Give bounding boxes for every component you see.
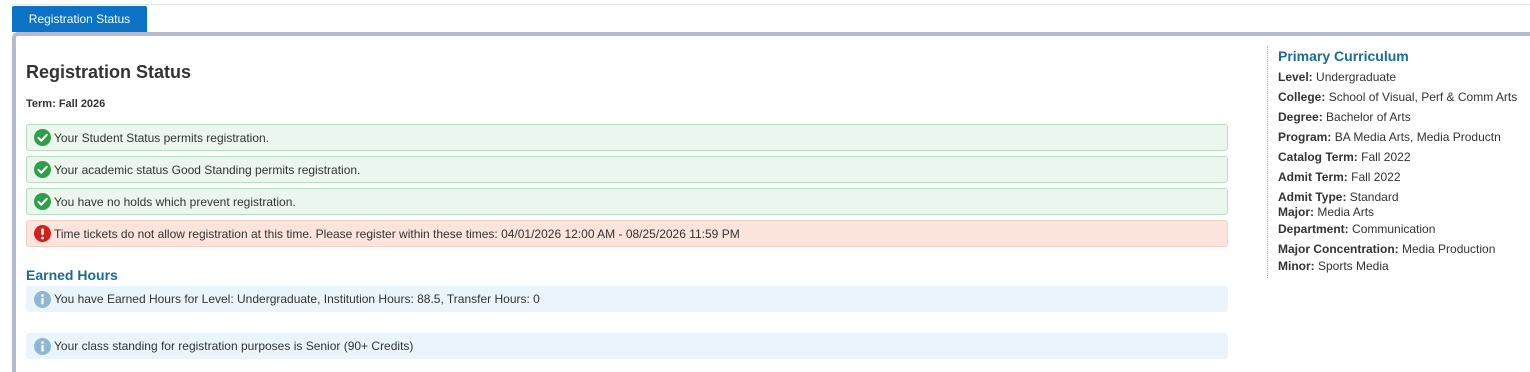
time-ticket-text: Time tickets do not allow registration a…: [54, 226, 740, 241]
holds-text: You have no holds which prevent registra…: [54, 194, 296, 209]
curriculum-level: Level: Undergraduate: [1278, 70, 1530, 90]
term-label: Term:: [26, 98, 56, 110]
field-value: Communication: [1352, 222, 1436, 236]
field-value: School of Visual, Perf & Comm Arts: [1328, 90, 1518, 104]
field-value: BA Media Arts, Media Productn: [1334, 130, 1501, 144]
primary-curriculum-panel: Primary Curriculum Level: Undergraduate …: [1267, 46, 1530, 278]
field-value: Undergraduate: [1316, 70, 1397, 84]
info-circle-icon: [34, 337, 51, 355]
class-standing-message: Your class standing for registration pur…: [26, 333, 1228, 359]
info-circle-icon: [34, 290, 51, 308]
earned-hours-heading: Earned Hours: [26, 267, 118, 283]
field-value: Bachelor of Arts: [1326, 110, 1411, 124]
field-label: Minor:: [1278, 259, 1315, 273]
field-value: Sports Media: [1318, 259, 1389, 273]
field-label: College:: [1278, 90, 1326, 104]
term-line: Term: Fall 2026: [26, 98, 105, 110]
curriculum-department: Department: Communication: [1278, 222, 1530, 242]
curriculum-program: Program: BA Media Arts, Media Productn: [1278, 130, 1530, 150]
field-value: Standard: [1349, 190, 1399, 204]
student-status-message: Your Student Status permits registration…: [26, 124, 1228, 151]
curriculum-college: College: School of Visual, Perf & Comm A…: [1278, 90, 1530, 110]
field-value: Fall 2022: [1351, 170, 1401, 184]
academic-status-text: Your academic status Good Standing permi…: [54, 162, 361, 177]
curriculum-major: Major: Media Arts: [1278, 205, 1530, 222]
term-value: Fall 2026: [58, 98, 106, 110]
student-status-text: Your Student Status permits registration…: [54, 130, 270, 145]
field-label: Admit Term:: [1278, 170, 1348, 184]
field-label: Major:: [1278, 205, 1314, 219]
check-circle-icon: [34, 161, 51, 178]
check-circle-icon: [34, 193, 51, 210]
field-label: Level:: [1278, 70, 1313, 84]
holds-message: You have no holds which prevent registra…: [26, 188, 1228, 215]
time-ticket-message: Time tickets do not allow registration a…: [26, 220, 1228, 247]
earned-hours-message: You have Earned Hours for Level: Undergr…: [26, 286, 1228, 312]
check-circle-icon: [34, 129, 51, 146]
field-label: Degree:: [1278, 110, 1323, 124]
field-label: Admit Type:: [1278, 190, 1347, 204]
curriculum-minor: Minor: Sports Media: [1278, 259, 1530, 276]
field-label: Catalog Term:: [1278, 150, 1358, 164]
curriculum-admit-term: Admit Term: Fall 2022: [1278, 170, 1530, 190]
field-value: Media Arts: [1317, 205, 1375, 219]
academic-status-message: Your academic status Good Standing permi…: [26, 156, 1228, 183]
tab-registration-status[interactable]: Registration Status: [12, 6, 147, 32]
field-label: Major Concentration:: [1278, 242, 1399, 256]
page-title: Registration Status: [26, 62, 192, 82]
class-standing-text: Your class standing for registration pur…: [54, 339, 414, 353]
curriculum-major-concentration: Major Concentration: Media Production: [1278, 242, 1530, 259]
curriculum-catalog-term: Catalog Term: Fall 2022: [1278, 150, 1530, 170]
field-value: Media Production: [1402, 242, 1496, 256]
earned-hours-text: You have Earned Hours for Level: Undergr…: [54, 292, 540, 306]
field-value: Fall 2022: [1361, 150, 1411, 164]
field-label: Department:: [1278, 222, 1349, 236]
field-label: Program:: [1278, 130, 1332, 144]
curriculum-admit-type: Admit Type: Standard: [1278, 190, 1530, 205]
curriculum-degree: Degree: Bachelor of Arts: [1278, 110, 1530, 130]
exclamation-circle-icon: [34, 225, 51, 242]
primary-curriculum-heading: Primary Curriculum: [1278, 48, 1409, 64]
top-divider: [12, 4, 1530, 5]
